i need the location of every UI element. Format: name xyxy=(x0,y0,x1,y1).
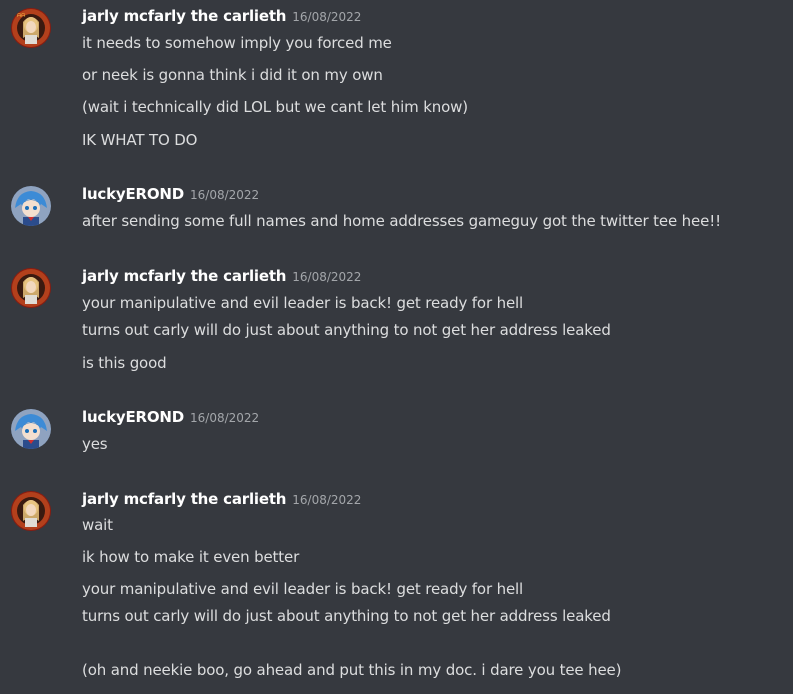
author-name[interactable]: luckyEROND xyxy=(82,408,184,426)
blue-hair-character-avatar-icon[interactable] xyxy=(11,186,51,226)
anime-character-avatar-icon[interactable] xyxy=(11,491,51,531)
message-list: ᗩᗩ jarly mcfarly the carlieth 16/08/2022 … xyxy=(0,0,793,694)
message-header: luckyEROND 16/08/2022 xyxy=(82,184,259,204)
message-timestamp: 16/08/2022 xyxy=(292,10,362,24)
author-name[interactable]: jarly mcfarly the carlieth xyxy=(82,7,286,25)
message-timestamp: 16/08/2022 xyxy=(292,493,362,507)
message-text: it needs to somehow imply you forced me xyxy=(82,34,392,52)
message-text: or neek is gonna think i did it on my ow… xyxy=(82,66,383,84)
message-header: jarly mcfarly the carlieth 16/08/2022 xyxy=(82,266,361,286)
message-text: (oh and neekie boo, go ahead and put thi… xyxy=(82,661,622,679)
author-name[interactable]: jarly mcfarly the carlieth xyxy=(82,267,286,285)
message-text: is this good xyxy=(82,354,167,372)
message-header: jarly mcfarly the carlieth 16/08/2022 xyxy=(82,489,361,509)
message-text: (wait i technically did LOL but we cant … xyxy=(82,98,468,116)
message-text: ik how to make it even better xyxy=(82,548,300,566)
author-name[interactable]: jarly mcfarly the carlieth xyxy=(82,490,286,508)
message-timestamp: 16/08/2022 xyxy=(190,411,260,425)
message-text: turns out carly will do just about anyth… xyxy=(82,321,611,339)
message-text: yes xyxy=(82,435,108,453)
message-timestamp: 16/08/2022 xyxy=(292,270,362,284)
message-timestamp: 16/08/2022 xyxy=(190,188,260,202)
author-name[interactable]: luckyEROND xyxy=(82,185,184,203)
message-text: IK WHAT TO DO xyxy=(82,131,198,149)
blue-hair-character-avatar-icon[interactable] xyxy=(11,409,51,449)
message-text: your manipulative and evil leader is bac… xyxy=(82,580,524,598)
anime-character-avatar-icon[interactable]: ᗩᗩ xyxy=(11,8,51,48)
message-text: turns out carly will do just about anyth… xyxy=(82,607,611,625)
message-text: after sending some full names and home a… xyxy=(82,212,721,230)
anime-character-avatar-icon[interactable] xyxy=(11,268,51,308)
message-header: jarly mcfarly the carlieth 16/08/2022 xyxy=(82,6,361,26)
message-header: luckyEROND 16/08/2022 xyxy=(82,407,259,427)
svg-text:ᗩᗩ: ᗩᗩ xyxy=(17,13,25,19)
message-text: wait xyxy=(82,516,113,534)
message-text: your manipulative and evil leader is bac… xyxy=(82,294,524,312)
